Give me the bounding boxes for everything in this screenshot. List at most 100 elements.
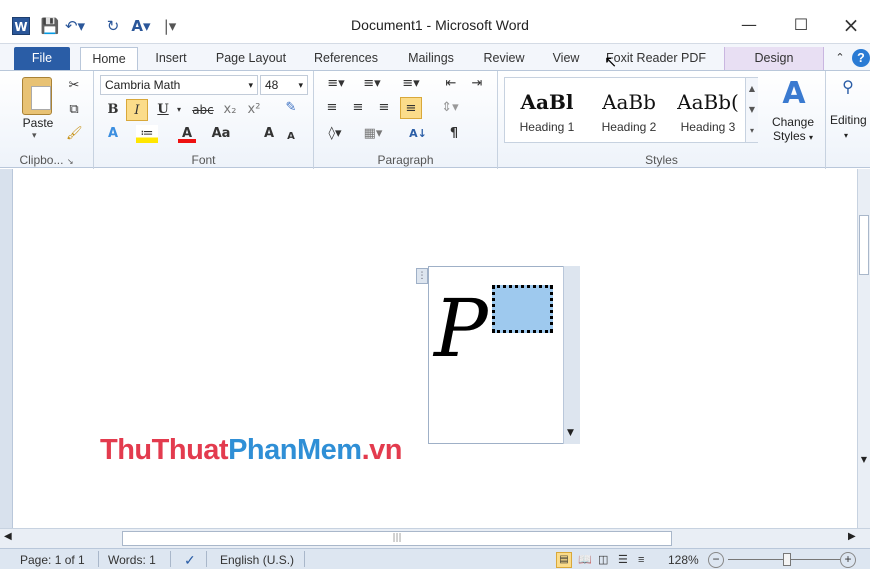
word-count[interactable]: Words: 1: [108, 552, 156, 568]
font-name-combo[interactable]: Cambria Math ▾: [100, 75, 258, 95]
paste-icon[interactable]: [22, 77, 52, 115]
paste-dropdown-icon[interactable]: ▾: [32, 131, 37, 141]
change-styles-icon[interactable]: A: [776, 77, 812, 111]
minimize-icon[interactable]: —: [728, 10, 770, 40]
subscript-button[interactable]: x₂: [220, 101, 240, 119]
equation-options-icon[interactable]: ▼: [567, 428, 574, 438]
cut-icon[interactable]: ✂: [66, 77, 82, 95]
zoom-in-icon[interactable]: +: [840, 552, 856, 568]
mouse-cursor-icon: ↖: [604, 52, 618, 71]
tab-home[interactable]: Home: [80, 47, 138, 70]
bullets-icon[interactable]: ≡▾: [324, 75, 348, 93]
text-effects-icon[interactable]: A: [104, 125, 122, 143]
close-icon[interactable]: ×: [830, 10, 870, 40]
horizontal-scroll-thumb[interactable]: |||: [122, 531, 672, 546]
format-painter-icon[interactable]: 🖌: [66, 125, 83, 143]
font-size-combo[interactable]: 48 ▾: [260, 75, 308, 95]
styles-scroll[interactable]: ▲ ▼ ▾: [745, 78, 758, 142]
align-right-icon[interactable]: ≡: [374, 99, 394, 117]
zoom-slider-thumb[interactable]: [783, 553, 791, 566]
underline-button[interactable]: U: [154, 101, 172, 119]
tab-design[interactable]: Design: [724, 47, 824, 70]
change-case-button[interactable]: Aa: [208, 125, 234, 143]
window-title: Document1 - Microsoft Word: [351, 17, 529, 33]
shrink-font-button[interactable]: A: [284, 128, 298, 146]
maximize-icon[interactable]: ☐: [780, 10, 822, 40]
title-bar: W 💾 ↶▾ ↻ A▾ |▾ Document1 - Microsoft Wor…: [0, 0, 870, 44]
horizontal-scrollbar[interactable]: ◀ ||| ▶: [0, 528, 870, 548]
watermark: ThuThuatPhanMem.vn: [100, 434, 402, 466]
draft-icon[interactable]: ≡: [638, 552, 644, 568]
print-layout-icon[interactable]: ▤: [556, 552, 572, 568]
scroll-left-icon[interactable]: ◀: [4, 531, 12, 542]
undo-icon[interactable]: ↶▾: [64, 16, 86, 36]
word-icon[interactable]: W: [12, 17, 30, 35]
tab-insert[interactable]: Insert: [146, 47, 196, 70]
outline-icon[interactable]: ☰: [618, 552, 628, 568]
editing-group: ⚲ Editing ▾: [826, 71, 870, 169]
superscript-button[interactable]: x²: [244, 101, 264, 119]
strikethrough-button[interactable]: abc: [190, 101, 216, 119]
proofing-icon[interactable]: ✓: [184, 552, 196, 568]
align-left-icon[interactable]: ≡: [322, 99, 342, 117]
page-count[interactable]: Page: 1 of 1: [20, 552, 85, 568]
style-heading-2[interactable]: AaBb Heading 2: [589, 78, 669, 142]
help-icon[interactable]: ?: [852, 49, 870, 67]
tab-mailings[interactable]: Mailings: [398, 47, 464, 70]
sort-button[interactable]: A↓: [408, 125, 428, 143]
minimize-ribbon-icon[interactable]: ⌃: [832, 47, 848, 70]
web-layout-icon[interactable]: ◫: [598, 552, 608, 568]
italic-button[interactable]: I: [126, 99, 148, 121]
equation-move-handle[interactable]: ⋮: [416, 268, 428, 284]
borders-icon[interactable]: ▦▾: [360, 125, 386, 143]
clipboard-group: Paste ▾ ✂ ⧉ 🖌 Clipbo... ↘: [0, 71, 94, 169]
tab-page-layout[interactable]: Page Layout: [210, 47, 292, 70]
ribbon: Paste ▾ ✂ ⧉ 🖌 Clipbo... ↘ Cambria Math ▾ …: [0, 70, 870, 169]
paste-button[interactable]: Paste: [18, 116, 58, 130]
style-heading-3[interactable]: AaBb( Heading 3: [671, 78, 745, 142]
zoom-out-icon[interactable]: −: [708, 552, 724, 568]
editing-button[interactable]: Editing: [830, 113, 870, 127]
scroll-right-icon[interactable]: ▶: [848, 531, 856, 542]
underline-dropdown-icon[interactable]: ▾: [174, 101, 184, 119]
save-icon[interactable]: 💾: [40, 16, 60, 36]
font-color-icon[interactable]: A: [178, 125, 196, 143]
shading-icon[interactable]: ◊▾: [322, 125, 348, 143]
zoom-level[interactable]: 128%: [668, 552, 699, 568]
line-spacing-icon[interactable]: ⇕▾: [438, 99, 462, 117]
status-separator: [170, 551, 171, 567]
full-screen-reading-icon[interactable]: 📖: [578, 552, 592, 568]
customize-icon[interactable]: |▾: [162, 16, 178, 36]
status-bar: Page: 1 of 1 Words: 1 ✓ English (U.S.) ▤…: [0, 548, 870, 569]
vertical-scrollbar[interactable]: ▼: [857, 169, 870, 528]
style-heading-1[interactable]: AaBl Heading 1: [507, 78, 587, 142]
clear-formatting-icon[interactable]: ✎: [280, 99, 302, 117]
language[interactable]: English (U.S.): [220, 552, 294, 568]
numbering-icon[interactable]: ≡▾: [360, 75, 384, 93]
bold-button[interactable]: B: [104, 101, 122, 119]
change-styles-button[interactable]: Change Styles ▾: [764, 115, 822, 145]
left-margin-bar: [0, 169, 13, 528]
tab-view[interactable]: View: [544, 47, 588, 70]
binoculars-icon[interactable]: ⚲: [834, 77, 862, 96]
increase-indent-icon[interactable]: ⇥: [468, 75, 486, 93]
scroll-down-icon[interactable]: ▼: [859, 455, 869, 464]
align-center-icon[interactable]: ≡: [348, 99, 368, 117]
highlight-icon[interactable]: ≔: [136, 125, 158, 143]
copy-icon[interactable]: ⧉: [66, 101, 82, 119]
equation-base: P: [434, 282, 488, 375]
equation-options-bar[interactable]: ▼: [563, 266, 580, 444]
superscript-placeholder[interactable]: [492, 285, 553, 333]
redo-icon[interactable]: ↻: [104, 16, 122, 36]
justify-icon[interactable]: ≡: [400, 97, 422, 119]
editing-dropdown-icon[interactable]: ▾: [844, 131, 848, 140]
decrease-indent-icon[interactable]: ⇤: [442, 75, 460, 93]
multilevel-list-icon[interactable]: ≡▾: [398, 75, 424, 93]
grow-font-button[interactable]: A: [260, 125, 278, 143]
tab-references[interactable]: References: [306, 47, 386, 70]
show-hide-button[interactable]: ¶: [444, 125, 464, 143]
tab-file[interactable]: File: [14, 47, 70, 70]
format-icon[interactable]: A▾: [128, 16, 154, 36]
vertical-scroll-thumb[interactable]: [859, 215, 869, 275]
tab-review[interactable]: Review: [476, 47, 532, 70]
